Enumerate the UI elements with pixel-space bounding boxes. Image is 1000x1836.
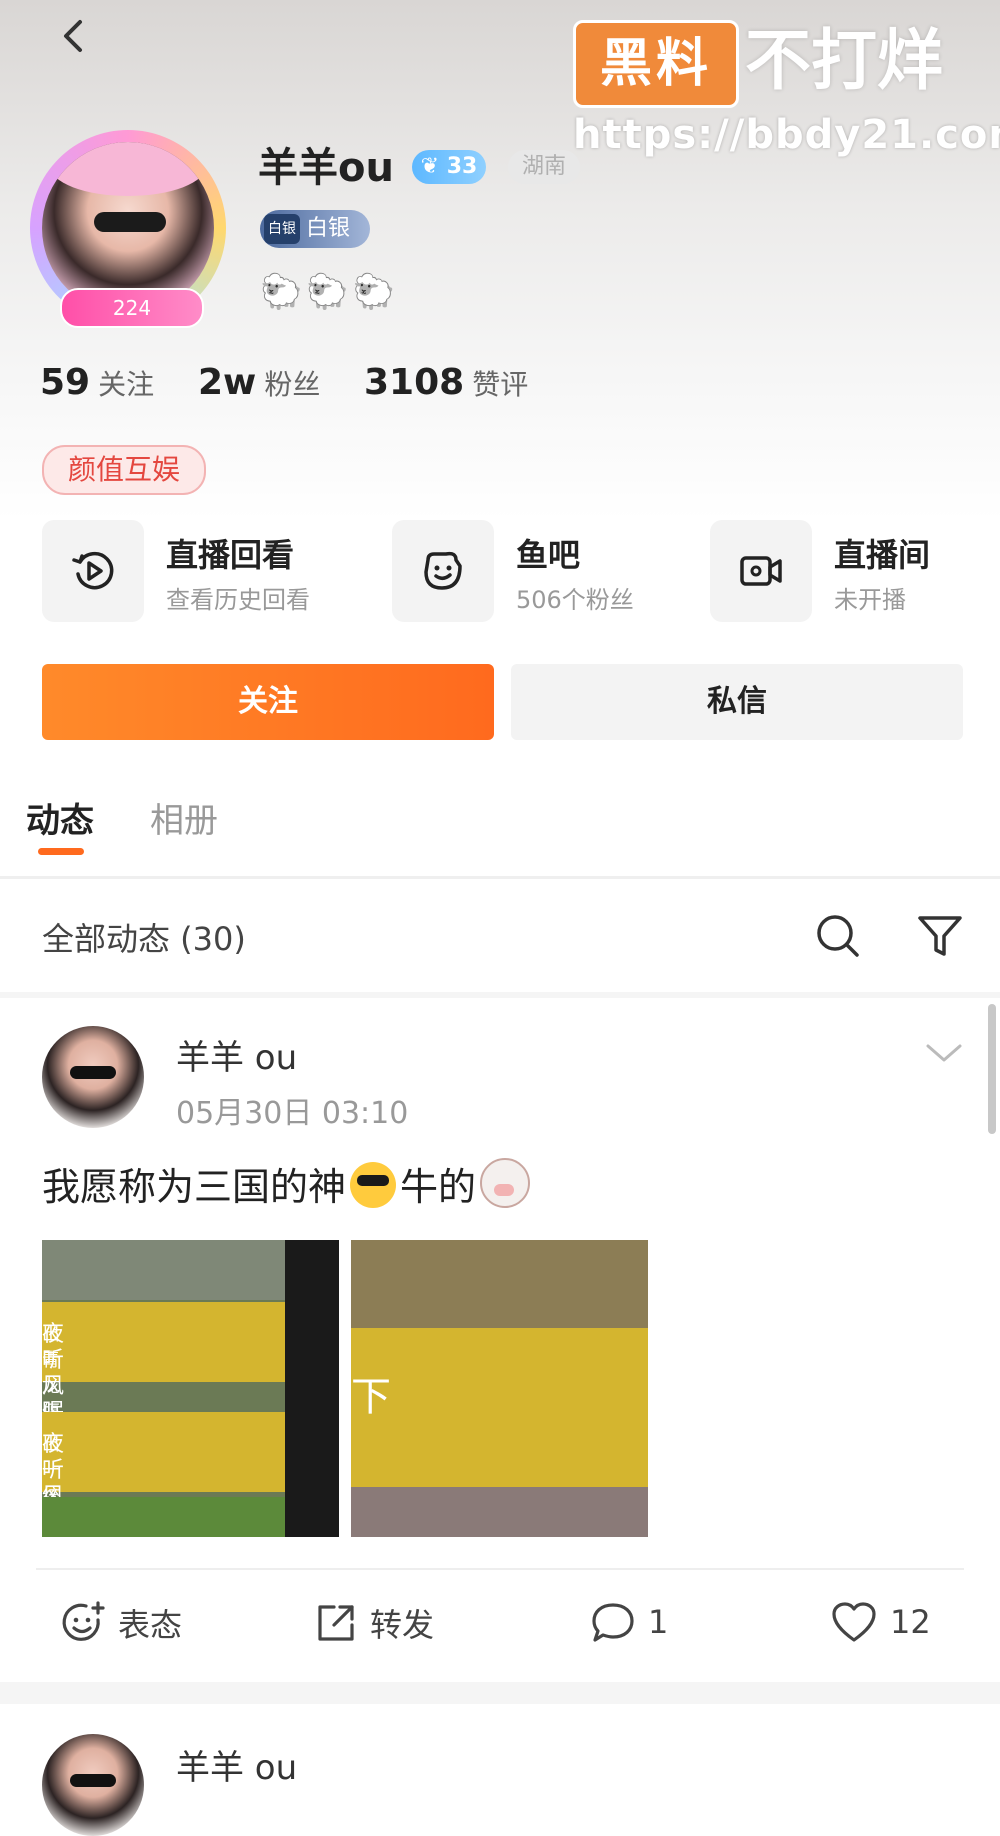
quick-link-subtitle: 未开播 [834, 586, 906, 614]
avatar-badge: 224 [60, 288, 204, 328]
post-text-part: 牛的 [400, 1165, 477, 1209]
replay-icon [42, 520, 144, 622]
divider [0, 992, 1000, 998]
like-button[interactable]: 12 [830, 1600, 931, 1656]
quick-link-subtitle: 506个粉丝 [516, 586, 634, 614]
comment-icon [592, 1603, 634, 1642]
live-room-icon [710, 520, 812, 622]
stat-likes[interactable]: 3108 赞评 [364, 362, 528, 403]
stat-fans[interactable]: 2w 粉丝 [198, 362, 320, 403]
image-caption: 下 [351, 1374, 391, 1420]
watermark-name: 不打烊 [745, 22, 943, 99]
watermark-url: https://bbdy21.com [573, 112, 1000, 158]
watermark: 黑料 不打烊 https://bbdy21.com [573, 20, 1000, 160]
stat-label: 关注 [98, 368, 155, 401]
share-icon [318, 1605, 354, 1641]
post-author-avatar[interactable] [42, 1026, 144, 1128]
tab-posts[interactable]: 动态 [26, 796, 94, 846]
rank-badge: 白银 白银 [260, 210, 370, 248]
location-badge: 湖南 [508, 150, 580, 184]
post-text-part: 我愿称为三国的神 [42, 1165, 347, 1209]
rank-icon: 白银 [264, 214, 300, 244]
profile-name: 羊羊ou [258, 145, 394, 191]
post-image[interactable]: 夜听风眠出 青龙偃月刀 夜听风眠出 一统天下 [42, 1240, 339, 1537]
post-author-name[interactable]: 羊羊 ou [176, 1740, 297, 1789]
divider [0, 1682, 1000, 1704]
chevron-down-icon[interactable] [924, 1040, 964, 1064]
post-text: 我愿称为三国的神 牛的 [42, 1158, 534, 1215]
post-author-avatar[interactable] [42, 1734, 144, 1836]
share-label: 转发 [370, 1606, 435, 1644]
quick-link-title: 直播间 [834, 536, 931, 574]
post-image[interactable]: 下 [351, 1240, 648, 1537]
all-posts-filter[interactable]: 全部动态 (30) [42, 914, 246, 960]
category-tag[interactable]: 颜值互娱 [42, 445, 206, 495]
heart-icon [832, 1602, 876, 1642]
stat-label: 粉丝 [264, 368, 321, 401]
quick-link-subtitle: 查看历史回看 [166, 586, 310, 614]
wing-icon: ❦ [420, 154, 440, 179]
search-icon[interactable] [814, 912, 862, 960]
message-button[interactable]: 私信 [511, 664, 963, 740]
level-badge: ❦ 33 [412, 150, 486, 184]
active-tab-indicator [38, 848, 84, 855]
like-count: 12 [890, 1603, 931, 1641]
follow-button[interactable]: 关注 [42, 664, 494, 740]
divider [36, 1568, 964, 1570]
quick-link-title: 直播回看 [166, 536, 295, 574]
cow-emoji-icon [480, 1158, 531, 1208]
quick-link-title: 鱼吧 [516, 536, 581, 574]
sunglasses-emoji-icon [350, 1162, 397, 1208]
watermark-logo: 黑料 [573, 20, 739, 108]
stat-value: 2w [198, 362, 257, 403]
emoji-react-icon [62, 1601, 105, 1641]
rank-label: 白银 [306, 216, 351, 241]
back-button[interactable] [52, 14, 96, 58]
comment-button[interactable]: 1 [590, 1600, 668, 1656]
tab-album[interactable]: 相册 [150, 796, 218, 846]
sheep-emoji-row: 🐑🐑🐑 [260, 272, 400, 312]
comment-count: 1 [648, 1603, 669, 1641]
post-author-name[interactable]: 羊羊 ou [176, 1030, 297, 1079]
stat-label: 赞评 [472, 368, 529, 401]
filter-funnel-icon[interactable] [916, 912, 964, 960]
stat-following[interactable]: 59 关注 [40, 362, 154, 403]
share-button[interactable]: 转发 [314, 1600, 434, 1656]
divider [0, 876, 1000, 879]
stat-value: 59 [40, 362, 91, 403]
scrollbar[interactable] [988, 1004, 996, 1134]
fish-bar-icon [392, 520, 494, 622]
chevron-left-icon [64, 20, 82, 52]
level-value: 33 [446, 154, 478, 179]
profile-avatar[interactable]: 224 [30, 130, 230, 330]
react-label: 表态 [118, 1606, 183, 1644]
react-button[interactable]: 表态 [60, 1600, 182, 1656]
posts-filter-bar: 全部动态 (30) [0, 890, 1000, 990]
stat-value: 3108 [364, 362, 465, 403]
post-timestamp: 05月30日 03:10 [176, 1096, 409, 1131]
